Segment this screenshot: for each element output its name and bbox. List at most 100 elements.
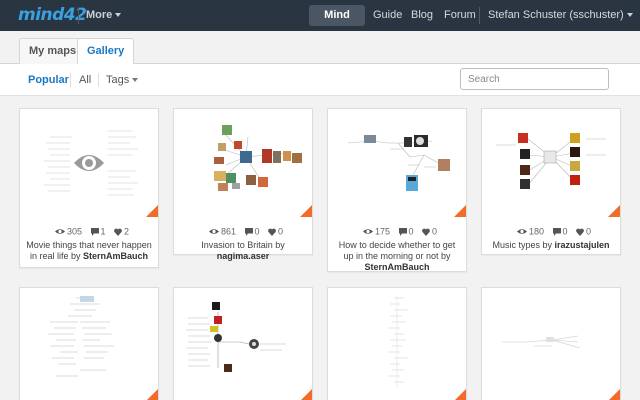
eye-icon xyxy=(208,229,219,234)
corner-ribbon xyxy=(146,205,158,217)
mind42-logo[interactable]: mind42 xyxy=(18,5,87,25)
comment-icon xyxy=(90,227,99,236)
corner-ribbon xyxy=(300,205,312,217)
heart-icon xyxy=(114,228,122,236)
heart-icon xyxy=(576,228,584,236)
map-title-text: Music types xyxy=(492,240,540,250)
eye-icon xyxy=(516,229,527,234)
view-count: 180 xyxy=(528,226,544,237)
map-title[interactable]: How to decide whether to get up in the m… xyxy=(334,240,460,273)
by-label: by xyxy=(441,251,451,261)
logo-text: mind42 xyxy=(18,5,87,25)
comment-count: 1 xyxy=(100,226,106,237)
map-card[interactable] xyxy=(19,287,159,400)
map-thumbnail[interactable] xyxy=(482,288,620,400)
map-thumbnail[interactable] xyxy=(174,288,312,400)
view-count: 175 xyxy=(374,226,390,237)
comment-icon xyxy=(398,227,407,236)
map-card[interactable] xyxy=(327,287,467,400)
map-stats: 861 0 0 xyxy=(174,226,312,237)
mindmap-preview xyxy=(347,135,450,191)
comment-count: 0 xyxy=(562,226,568,237)
map-author[interactable]: SternAmBauch xyxy=(364,262,429,272)
map-author[interactable]: SternAmBauch xyxy=(83,251,148,261)
map-thumbnail[interactable] xyxy=(328,288,466,400)
heart-icon xyxy=(422,228,430,236)
like-count: 2 xyxy=(124,226,130,237)
map-author[interactable]: nagima.aser xyxy=(217,251,270,261)
eye-icon xyxy=(74,155,104,171)
map-title[interactable]: Music types by irazustajulen xyxy=(488,240,614,251)
corner-ribbon xyxy=(300,389,312,400)
map-thumbnail[interactable] xyxy=(20,288,158,400)
tab-bar: My maps Gallery xyxy=(0,31,640,65)
map-card[interactable]: 180 0 0 Music types by irazustajulen xyxy=(481,108,621,255)
like-count: 0 xyxy=(586,226,592,237)
map-card[interactable] xyxy=(481,287,621,400)
by-label: by xyxy=(542,240,552,250)
map-title[interactable]: Invasion to Britain by nagima.aser xyxy=(180,240,306,262)
search-input[interactable] xyxy=(460,68,609,90)
eye-icon xyxy=(362,229,373,234)
view-count: 305 xyxy=(66,226,82,237)
more-menu[interactable]: More xyxy=(86,9,122,21)
mindmap-preview xyxy=(496,133,606,189)
nav-forum[interactable]: Forum xyxy=(444,9,476,21)
by-label: by xyxy=(275,240,285,250)
user-menu[interactable]: Stefan Schuster (sschuster) xyxy=(488,9,633,21)
corner-ribbon xyxy=(454,389,466,400)
mindmap-preview xyxy=(44,130,138,196)
map-author[interactable]: irazustajulen xyxy=(555,240,610,250)
more-label: More xyxy=(86,9,113,21)
mindmap-preview xyxy=(388,296,408,388)
top-navigation-bar: mind42 More Mind maps Guide Blog Forum S… xyxy=(0,0,640,42)
map-card[interactable]: 175 0 0 How to decide whether to get up … xyxy=(327,108,467,272)
map-stats: 175 0 0 xyxy=(328,226,466,237)
filter-all[interactable]: All xyxy=(79,74,91,86)
chevron-down-icon xyxy=(626,13,633,18)
map-thumbnail[interactable] xyxy=(174,109,312,217)
filter-popular[interactable]: Popular xyxy=(28,74,69,86)
nav-divider xyxy=(479,7,480,24)
nav-blog[interactable]: Blog xyxy=(411,9,433,21)
map-title-text: Invasion to Britain xyxy=(201,240,273,250)
mindmap-preview xyxy=(48,296,114,377)
map-card[interactable] xyxy=(173,287,313,400)
tab-gallery[interactable]: Gallery xyxy=(77,38,135,65)
like-count: 0 xyxy=(432,226,438,237)
corner-ribbon xyxy=(608,389,620,400)
corner-ribbon xyxy=(608,205,620,217)
comment-icon xyxy=(552,227,561,236)
comment-count: 0 xyxy=(254,226,260,237)
map-card[interactable]: 305 1 2 Movie things that never happen i… xyxy=(19,108,159,268)
map-title[interactable]: Movie things that never happen in real l… xyxy=(26,240,152,262)
map-title-text: How to decide whether to get up in the m… xyxy=(338,240,456,261)
map-thumbnail[interactable] xyxy=(482,109,620,217)
map-thumbnail[interactable] xyxy=(20,109,158,217)
map-stats: 180 0 0 xyxy=(482,226,620,237)
chevron-down-icon xyxy=(132,78,139,83)
mindmap-preview xyxy=(186,302,286,372)
chevron-down-icon xyxy=(115,13,122,18)
corner-ribbon xyxy=(146,389,158,400)
heart-icon xyxy=(268,228,276,236)
like-count: 0 xyxy=(278,226,284,237)
mindmap-preview xyxy=(214,125,302,191)
by-label: by xyxy=(71,251,81,261)
filter-divider xyxy=(98,73,99,87)
map-thumbnail[interactable] xyxy=(328,109,466,217)
map-card[interactable]: 861 0 0 Invasion to Britain by nagima.as… xyxy=(173,108,313,261)
nav-divider xyxy=(78,7,79,24)
map-stats: 305 1 2 xyxy=(20,226,158,237)
filter-divider xyxy=(70,73,71,87)
eye-icon xyxy=(54,229,65,234)
filter-tags[interactable]: Tags xyxy=(106,74,139,86)
nav-guide[interactable]: Guide xyxy=(373,9,402,21)
view-count: 861 xyxy=(220,226,236,237)
nav-mind-maps[interactable]: Mind maps xyxy=(309,5,365,42)
corner-ribbon xyxy=(454,205,466,217)
comment-icon xyxy=(244,227,253,236)
mindmap-preview xyxy=(502,335,581,349)
comment-count: 0 xyxy=(408,226,414,237)
user-name: Stefan Schuster (sschuster) xyxy=(488,9,624,21)
